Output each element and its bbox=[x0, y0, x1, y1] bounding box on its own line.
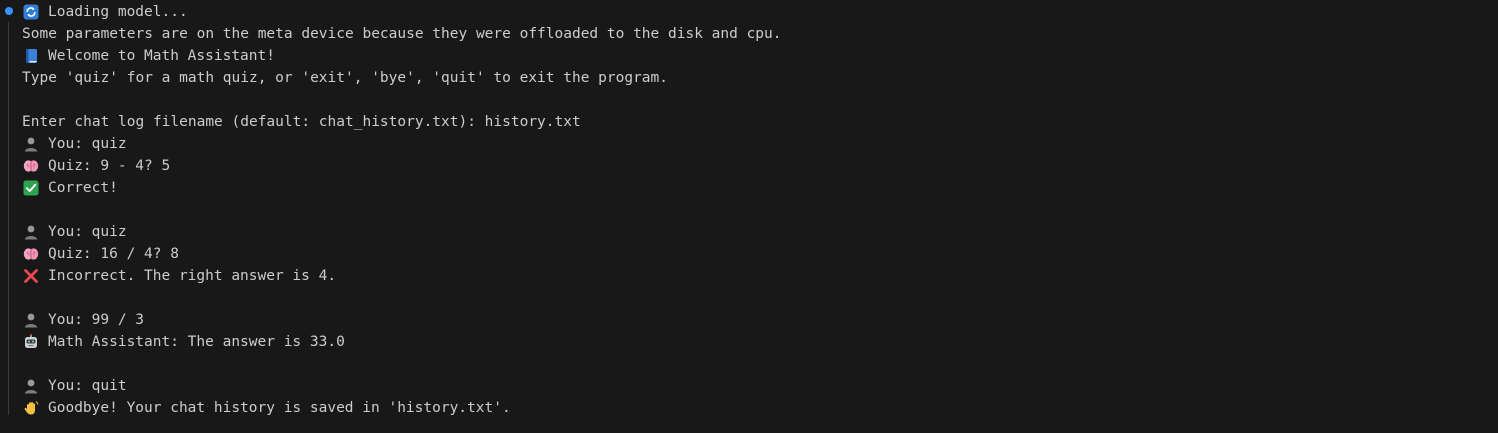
output-line: You: quit bbox=[22, 375, 1498, 397]
book-icon bbox=[22, 48, 40, 64]
user-icon bbox=[22, 378, 40, 394]
output-line: Quiz: 9 - 4? 5 bbox=[22, 155, 1498, 177]
cross-icon bbox=[22, 268, 40, 284]
output-line: Enter chat log filename (default: chat_h… bbox=[22, 111, 1498, 133]
check-icon bbox=[22, 180, 40, 196]
refresh-icon bbox=[22, 4, 40, 20]
output-text: Quiz: 9 - 4? 5 bbox=[48, 158, 171, 174]
output-text: You: quiz bbox=[48, 224, 127, 240]
output-text: Some parameters are on the meta device b… bbox=[22, 26, 782, 42]
output-line: Correct! bbox=[22, 177, 1498, 199]
output-text: Loading model... bbox=[48, 4, 188, 20]
output-text: Correct! bbox=[48, 180, 118, 196]
user-icon bbox=[22, 224, 40, 240]
output-line: Quiz: 16 / 4? 8 bbox=[22, 243, 1498, 265]
terminal-panel[interactable]: Loading model... Some parameters are on … bbox=[0, 0, 1498, 433]
brain-icon bbox=[22, 246, 40, 262]
output-text: Quiz: 16 / 4? 8 bbox=[48, 246, 179, 262]
output-text: Type 'quiz' for a math quiz, or 'exit', … bbox=[22, 70, 669, 86]
output-line: Incorrect. The right answer is 4. bbox=[22, 265, 1498, 287]
user-icon bbox=[22, 136, 40, 152]
robot-icon bbox=[22, 334, 40, 350]
output-line: Welcome to Math Assistant! bbox=[22, 45, 1498, 67]
user-icon bbox=[22, 312, 40, 328]
output-line: Goodbye! Your chat history is saved in '… bbox=[22, 397, 1498, 419]
output-line: Some parameters are on the meta device b… bbox=[22, 23, 1498, 45]
wave-icon bbox=[22, 400, 40, 416]
output-line: Loading model... bbox=[22, 1, 1498, 23]
command-status-dot[interactable] bbox=[5, 7, 13, 15]
output-text: You: 99 / 3 bbox=[48, 312, 145, 328]
output-text: Math Assistant: The answer is 33.0 bbox=[48, 334, 345, 350]
output-line: Math Assistant: The answer is 33.0 bbox=[22, 331, 1498, 353]
output-text: Incorrect. The right answer is 4. bbox=[48, 268, 337, 284]
output-line: You: quiz bbox=[22, 221, 1498, 243]
brain-icon bbox=[22, 158, 40, 174]
terminal-output: Loading model... Some parameters are on … bbox=[22, 1, 1498, 419]
output-text: Enter chat log filename (default: chat_h… bbox=[22, 114, 581, 130]
output-text: You: quiz bbox=[48, 136, 127, 152]
output-line: You: 99 / 3 bbox=[22, 309, 1498, 331]
command-gutter-line bbox=[8, 22, 9, 415]
output-text: Welcome to Math Assistant! bbox=[48, 48, 275, 64]
output-line: Type 'quiz' for a math quiz, or 'exit', … bbox=[22, 67, 1498, 89]
output-text: You: quit bbox=[48, 378, 127, 394]
output-text: Goodbye! Your chat history is saved in '… bbox=[48, 400, 511, 416]
output-line: You: quiz bbox=[22, 133, 1498, 155]
